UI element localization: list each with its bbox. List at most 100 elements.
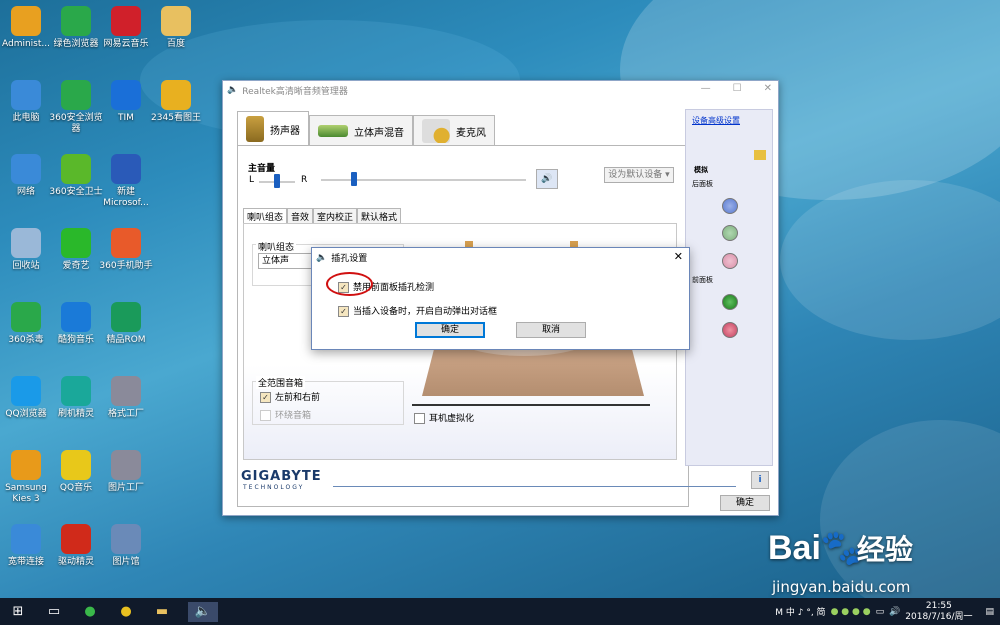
watermark-url: jingyan.baidu.com — [772, 578, 911, 596]
desktop-icon[interactable]: 360手机助手 — [96, 228, 156, 272]
desktop-icon[interactable]: 百度 — [146, 6, 206, 50]
right-channel-label: R — [301, 175, 308, 185]
device-advanced-settings-link[interactable]: 设备高级设置 — [692, 115, 740, 126]
desktop-icon-label: 格式工厂 — [107, 409, 144, 419]
recycle-bin-icon — [11, 228, 41, 258]
dialog-title-bar: 🔈 插孔设置 — [316, 251, 368, 265]
volume-icon[interactable]: 🔊 — [889, 607, 900, 617]
info-button[interactable]: i — [751, 471, 769, 489]
tab-speakers[interactable]: 扬声器 — [237, 111, 309, 146]
clock-date: 2018/7/16/周一 — [905, 611, 973, 622]
speaker-device-icon — [246, 116, 264, 142]
tab-default-format[interactable]: 默认格式 — [357, 208, 402, 224]
explorer-icon[interactable]: ▬ — [152, 602, 172, 622]
desktop-icon[interactable]: 图片馆 — [96, 524, 156, 568]
dialog-title: 插孔设置 — [331, 254, 368, 264]
picture-factory-icon — [111, 450, 141, 480]
balance-slider[interactable] — [274, 174, 280, 188]
volume-icon: 🔊 — [541, 174, 553, 184]
tab-room-correction[interactable]: 室内校正 — [313, 208, 358, 224]
dialog-ok-button[interactable]: 确定 — [415, 322, 485, 338]
network-icon[interactable]: ▭ — [876, 607, 885, 617]
set-default-label: 设为默认设备 — [608, 170, 663, 180]
rom-icon — [111, 302, 141, 332]
tab-microphone[interactable]: 麦克风 — [413, 115, 495, 146]
realtek-taskbar-icon[interactable]: 🔈 — [188, 601, 218, 622]
clock[interactable]: 21:55 2018/7/16/周一 — [905, 601, 972, 623]
jack-pink-front[interactable] — [722, 322, 738, 338]
mixer-icon — [318, 125, 348, 137]
footer-line — [333, 486, 736, 487]
green-browser-taskbar-icon[interactable]: ● — [80, 602, 100, 622]
option2-label: 当插入设备时，开启自动弹出对话框 — [353, 307, 498, 317]
window-title: Realtek高清晰音频管理器 — [242, 86, 348, 97]
close-icon[interactable]: ✕ — [764, 83, 772, 94]
speaker-inner-tabs: 喇叭组态 音效 室内校正 默认格式 — [243, 208, 402, 224]
dialog-close-icon[interactable]: ✕ — [674, 250, 683, 263]
minimize-icon[interactable]: — — [701, 83, 711, 94]
tray-app-icons[interactable]: ● ● ● ● — [831, 607, 871, 617]
watermark-brand: Bai — [768, 529, 821, 567]
computer-icon — [11, 80, 41, 110]
back-panel-label: 后面板 — [692, 180, 713, 188]
mute-button[interactable]: 🔊 — [536, 169, 558, 189]
jack-green-back[interactable] — [722, 225, 738, 241]
headphone-virtualization-checkbox[interactable] — [414, 413, 425, 424]
gigabyte-logo: GIGABYTE — [241, 469, 322, 484]
surround-label: 环绕音箱 — [275, 411, 312, 421]
device-tabs: 扬声器 立体声混音 麦克风 — [237, 111, 495, 146]
tab-speaker-config[interactable]: 喇叭组态 — [243, 208, 288, 224]
speaker-icon: 🔈 — [227, 85, 239, 95]
jack-green-front[interactable] — [722, 294, 738, 310]
desktop-icon[interactable]: 2345看图王 — [146, 80, 206, 124]
picture-gallery-icon — [111, 524, 141, 554]
start-icon[interactable]: ⊞ — [8, 602, 28, 622]
qq-browser-icon — [11, 376, 41, 406]
gigabyte-logo-sub: TECHNOLOGY — [243, 484, 305, 491]
auto-popup-checkbox[interactable]: ✓ — [338, 306, 349, 317]
front-lr-checkbox[interactable]: ✓ — [260, 392, 271, 403]
desktop-icon[interactable]: 格式工厂 — [96, 376, 156, 420]
qq-music-icon — [61, 450, 91, 480]
task-view-icon[interactable]: ▭ — [44, 602, 64, 622]
desktop-icon[interactable]: 图片工厂 — [96, 450, 156, 494]
desktop-icon-label: 百度 — [166, 39, 185, 49]
tab-label: 立体声混音 — [354, 127, 404, 139]
desktop-icon[interactable]: 新建 Microsof... — [96, 154, 156, 209]
360-browser-taskbar-icon[interactable]: ● — [116, 602, 136, 622]
tab-label: 麦克风 — [456, 127, 486, 139]
ok-button[interactable]: 确定 — [720, 495, 770, 511]
auto-popup-option[interactable]: ✓ 当插入设备时，开启自动弹出对话框 — [338, 304, 497, 317]
headphone-virtualization-option[interactable]: 耳机虚拟化 — [414, 411, 474, 424]
tab-stereo-mix[interactable]: 立体声混音 — [309, 115, 413, 146]
360-antivirus-icon — [11, 302, 41, 332]
image-viewer-icon — [161, 80, 191, 110]
broadband-icon — [11, 524, 41, 554]
dialog-cancel-button[interactable]: 取消 — [516, 322, 586, 338]
desktop-icon-label: 图片馆 — [112, 557, 140, 567]
main-volume-label: 主音量 — [248, 164, 276, 174]
surround-checkbox[interactable] — [260, 410, 271, 421]
notification-icon[interactable]: ▤ — [985, 607, 994, 617]
tray-input-indicator[interactable]: M 中 ♪ °, 简 — [775, 605, 825, 618]
folder-icon[interactable] — [754, 150, 766, 160]
volume-slider[interactable] — [351, 172, 357, 186]
360-browser-icon — [61, 80, 91, 110]
maximize-icon[interactable]: ☐ — [733, 83, 742, 94]
system-tray: M 中 ♪ °, 简 ● ● ● ● ▭ 🔊 21:55 2018/7/16/周… — [775, 598, 1000, 625]
folder-icon — [161, 6, 191, 36]
front-lr-label: 左前和右前 — [275, 393, 321, 403]
jack-pink-back[interactable] — [722, 253, 738, 269]
front-lr-option[interactable]: ✓ 左前和右前 — [260, 390, 320, 403]
jack-settings-dialog: 🔈 插孔设置 ✕ ✓ 禁用前面板插孔检测 ✓ 当插入设备时，开启自动弹出对话框 确定… — [311, 247, 690, 350]
headphone-virtualization-label: 耳机虚拟化 — [429, 414, 475, 424]
surround-option[interactable]: 环绕音箱 — [260, 408, 311, 421]
tab-sound-effects[interactable]: 音效 — [287, 208, 314, 224]
speaker-config-group-label: 喇叭组态 — [256, 240, 297, 253]
taskbar: ⊞ ▭ ● ● ▬ 🔈 M 中 ♪ °, 简 ● ● ● ● ▭ 🔊 21:55… — [0, 598, 1000, 625]
set-default-device-button[interactable]: 设为默认设备 ▾ — [604, 167, 674, 183]
desktop-icon[interactable]: 精品ROM — [96, 302, 156, 346]
paw-icon: 🐾 — [820, 529, 864, 567]
info-icon: i — [758, 475, 762, 485]
jack-blue-back[interactable] — [722, 198, 738, 214]
